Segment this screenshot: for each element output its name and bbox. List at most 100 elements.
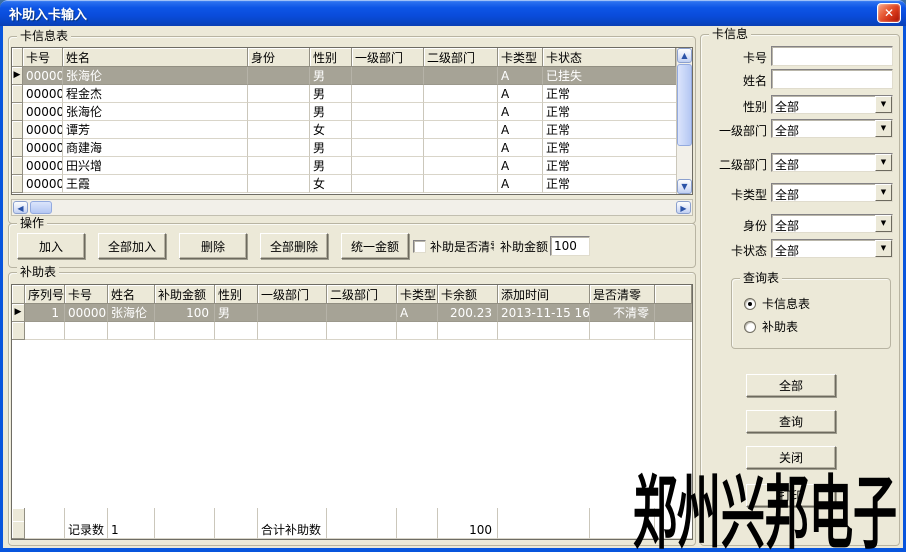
cell: 程金杰 bbox=[63, 85, 248, 103]
query-table-radio-card-info-circle[interactable] bbox=[744, 298, 756, 310]
cell bbox=[655, 322, 674, 340]
column-header: 添加时间 bbox=[498, 285, 590, 304]
cell: 正常 bbox=[543, 85, 676, 103]
name-field[interactable] bbox=[771, 69, 893, 89]
dept-level2-select[interactable]: 全部▼ bbox=[771, 153, 893, 172]
scroll-up-button[interactable]: ▲ bbox=[677, 48, 692, 63]
query-table-radio-subsidy-circle[interactable] bbox=[744, 321, 756, 333]
gender-select[interactable]: 全部 ▼ bbox=[771, 95, 893, 114]
cell bbox=[498, 508, 590, 521]
gender-select-value: 全部 bbox=[775, 98, 799, 115]
cell bbox=[12, 521, 25, 539]
cell: 女 bbox=[310, 175, 352, 193]
dropdown-button[interactable]: ▼ bbox=[875, 215, 892, 232]
cell bbox=[12, 322, 25, 340]
card-type-select[interactable]: 全部 ▼ bbox=[771, 183, 893, 202]
table-row[interactable]: 000003张海伦男A正常 bbox=[12, 103, 676, 121]
all-button[interactable]: 全部 bbox=[746, 374, 836, 397]
clear-subsidy-checkbox[interactable] bbox=[413, 240, 426, 253]
scroll-right-button[interactable]: ▶ bbox=[676, 201, 691, 214]
subsidy-group: 补助表 序列号卡号姓名补助金额性别一级部门二级部门卡类型卡余额添加时间是否清零▶… bbox=[8, 272, 696, 546]
query-button[interactable]: 查询 bbox=[746, 410, 836, 433]
cell bbox=[424, 175, 498, 193]
scroll-down-button[interactable]: ▼ bbox=[677, 179, 692, 194]
row-indicator bbox=[12, 103, 23, 121]
cell bbox=[108, 322, 155, 340]
chevron-down-icon: ▼ bbox=[881, 100, 886, 108]
card-info-vertical-scrollbar[interactable]: ▲ ▼ bbox=[676, 48, 692, 194]
scroll-left-button[interactable]: ◀ bbox=[13, 201, 28, 214]
row-indicator-header bbox=[12, 285, 25, 304]
cell bbox=[352, 175, 424, 193]
cell: A bbox=[498, 139, 543, 157]
cell bbox=[65, 508, 108, 521]
query-table-radio-subsidy[interactable]: 补助表 bbox=[744, 318, 798, 335]
cell bbox=[155, 521, 215, 539]
card-type-select-label: 卡类型 bbox=[701, 186, 767, 203]
cell: 1 bbox=[25, 304, 65, 322]
cell: 000002 bbox=[23, 85, 63, 103]
dept-level1-select[interactable]: 全部▼ bbox=[771, 119, 893, 138]
delete-all-button[interactable]: 全部删除 bbox=[260, 233, 328, 259]
table-row[interactable]: 000002程金杰男A正常 bbox=[12, 85, 676, 103]
card-info-rows: 卡号姓名身份性别一级部门二级部门卡类型卡状态▶000001张海伦男A已挂失000… bbox=[12, 48, 676, 194]
cell: 女 bbox=[310, 121, 352, 139]
cell bbox=[397, 322, 438, 340]
chevron-down-icon: ▼ bbox=[881, 158, 886, 166]
card-status-select[interactable]: 全部▼ bbox=[771, 239, 893, 258]
operations-group-label: 操作 bbox=[17, 216, 47, 230]
row-indicator bbox=[12, 85, 23, 103]
cell bbox=[248, 139, 310, 157]
table-row[interactable]: 000008王霞女A正常 bbox=[12, 175, 676, 193]
operations-buttons: 加入全部加入删除全部删除统一金额 bbox=[17, 233, 409, 259]
cell: 000007 bbox=[23, 157, 63, 175]
cell: A bbox=[498, 121, 543, 139]
table-row[interactable]: 000005谭芳女A正常 bbox=[12, 121, 676, 139]
cell bbox=[215, 322, 258, 340]
column-header: 身份 bbox=[248, 48, 310, 67]
row-indicator bbox=[12, 157, 23, 175]
table-empty-area bbox=[12, 193, 676, 194]
dropdown-button[interactable]: ▼ bbox=[875, 240, 892, 257]
card-type-select-value: 全部 bbox=[775, 186, 799, 203]
dropdown-button[interactable]: ▼ bbox=[875, 96, 892, 113]
add-all-button[interactable]: 全部加入 bbox=[98, 233, 166, 259]
add-button[interactable]: 加入 bbox=[17, 233, 85, 259]
cell bbox=[215, 508, 258, 521]
dept-level1-select-label: 一级部门 bbox=[701, 122, 767, 139]
dropdown-button[interactable]: ▼ bbox=[875, 184, 892, 201]
cell bbox=[424, 121, 498, 139]
table-row[interactable]: 000007田兴增男A正常 bbox=[12, 157, 676, 175]
column-header: 卡余额 bbox=[438, 285, 498, 304]
name-field-label: 姓名 bbox=[701, 72, 767, 89]
close-button[interactable]: ✕ bbox=[877, 3, 901, 23]
cell bbox=[352, 103, 424, 121]
horizontal-scroll-thumb[interactable] bbox=[30, 201, 52, 214]
card-info-horizontal-scrollbar[interactable]: ◀ ▶ bbox=[11, 199, 693, 216]
cell bbox=[674, 322, 693, 340]
cell bbox=[655, 304, 692, 322]
title-bar[interactable]: 补助入卡输入 ✕ bbox=[0, 0, 906, 26]
dropdown-button[interactable]: ▼ bbox=[875, 120, 892, 137]
query-table-group-label: 查询表 bbox=[740, 271, 782, 285]
vertical-scroll-thumb[interactable] bbox=[677, 64, 692, 146]
column-header: 一级部门 bbox=[352, 48, 424, 67]
table-row[interactable]: ▶000001张海伦男A已挂失 bbox=[12, 67, 676, 85]
column-header: 是否清零 bbox=[590, 285, 655, 304]
cell: 男 bbox=[310, 85, 352, 103]
query-table-radio-card-info[interactable]: 卡信息表 bbox=[744, 295, 810, 312]
table-row[interactable]: ▶1000001张海伦100男A200.232013-11-15 16:58:不… bbox=[12, 304, 692, 322]
dropdown-button[interactable]: ▼ bbox=[875, 154, 892, 171]
identity-select[interactable]: 全部▼ bbox=[771, 214, 893, 233]
column-header: 姓名 bbox=[108, 285, 155, 304]
delete-button[interactable]: 删除 bbox=[179, 233, 247, 259]
card-number-field[interactable] bbox=[771, 46, 893, 66]
cell: 张海伦 bbox=[63, 103, 248, 121]
uniform-amount-button[interactable]: 统一金额 bbox=[341, 233, 409, 259]
table-row[interactable]: 000006商建海男A正常 bbox=[12, 139, 676, 157]
footer-row: 记录数1合计补助数100 bbox=[12, 521, 692, 539]
column-header: 序列号 bbox=[25, 285, 65, 304]
column-header: 卡号 bbox=[23, 48, 63, 67]
subsidy-amount-input[interactable] bbox=[550, 236, 590, 256]
row-indicator-header bbox=[12, 48, 23, 67]
